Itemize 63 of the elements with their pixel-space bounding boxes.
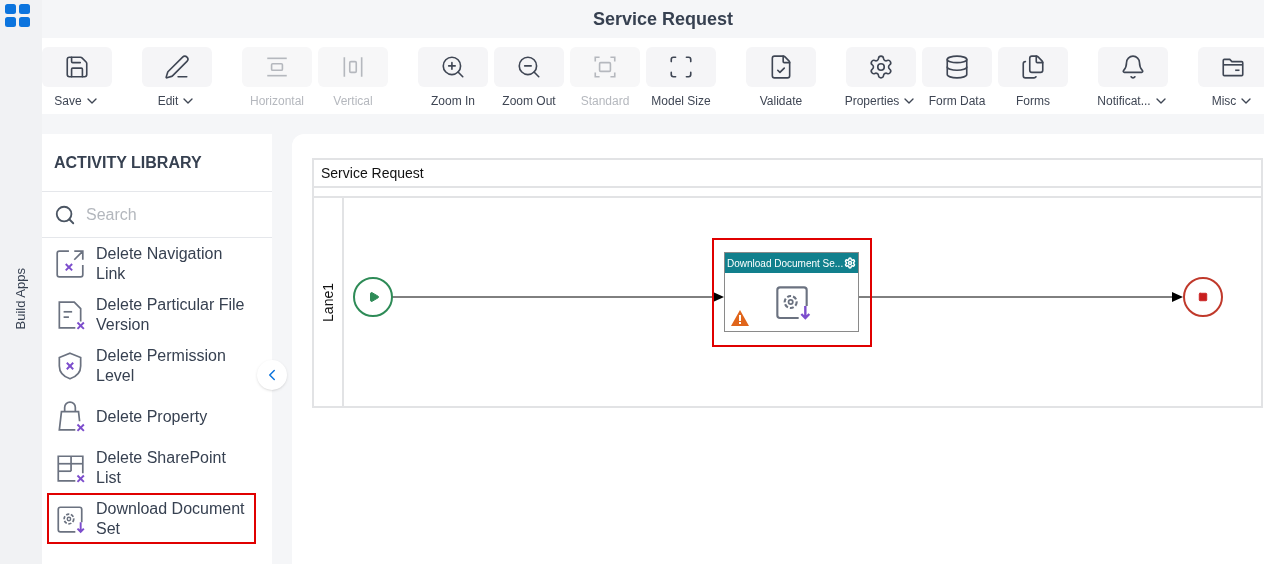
toolbar-button[interactable] <box>746 47 816 87</box>
bell-icon <box>1120 54 1146 80</box>
toolbar-label: Zoom In <box>431 93 475 110</box>
toolbar-label: Edit <box>157 93 179 110</box>
library-item[interactable]: Download Document Set <box>47 493 256 544</box>
library-item-label: Delete Property <box>96 406 208 427</box>
library-item[interactable]: Delete Property <box>47 391 256 442</box>
corners-icon <box>668 54 694 80</box>
node-title: Download Document Se... <box>727 256 844 271</box>
toolbar-label: Form Data <box>928 93 986 110</box>
stop-icon <box>1198 292 1208 302</box>
toolbar-label: Standard <box>580 93 630 110</box>
library-item[interactable]: Delete Permission Level <box>47 340 256 391</box>
search-field[interactable]: Search <box>86 202 226 227</box>
library-item[interactable]: Delete SharePoint List <box>47 442 256 493</box>
pool-title: Service Request <box>321 163 424 183</box>
documents-icon <box>1020 54 1046 80</box>
toolbar-label: Validate <box>759 93 803 110</box>
toolbar-button[interactable] <box>418 47 488 87</box>
library-item-label: Delete Navigation Link <box>96 243 224 284</box>
toolbar-label: Model Size <box>651 93 711 110</box>
toolbar-button[interactable] <box>494 47 564 87</box>
toolbar-label: Zoom Out <box>502 93 556 110</box>
pencil-icon <box>164 54 190 80</box>
toolbar-label: Vertical <box>333 93 373 110</box>
toolbar-label: Properties <box>844 93 900 110</box>
gear-icon[interactable] <box>844 257 856 269</box>
end-event[interactable] <box>1183 277 1223 317</box>
library-item-label: Delete SharePoint List <box>96 447 227 488</box>
library-item[interactable]: Delete Navigation Link <box>47 238 256 289</box>
toolbar-button[interactable] <box>846 47 916 87</box>
frame-icon <box>592 54 618 80</box>
toolbar-label: Notificat... <box>1097 93 1151 110</box>
toolbar-label: Save <box>54 93 82 110</box>
toolbar-button[interactable] <box>998 47 1068 87</box>
zoom-out-icon <box>516 54 542 80</box>
toolbar-button[interactable] <box>142 47 212 87</box>
database-icon <box>944 54 970 80</box>
start-event[interactable] <box>353 277 393 317</box>
rail-label[interactable]: Build Apps <box>11 268 31 330</box>
play-icon <box>368 291 380 303</box>
toolbar-label: Horizontal <box>250 93 304 110</box>
library-item-label: Delete Particular File Version <box>96 294 246 335</box>
app-grid-icon[interactable] <box>5 4 31 28</box>
toolbar-label: Forms <box>1016 93 1050 110</box>
toolbar-label: Misc <box>1211 93 1237 110</box>
toolbar-button[interactable] <box>42 47 112 87</box>
gear-icon <box>868 54 894 80</box>
toolbar-button[interactable] <box>922 47 992 87</box>
library-item-label: Download Document Set <box>96 498 246 539</box>
toolbar-button[interactable] <box>1198 47 1264 87</box>
link-delete-icon <box>54 247 86 280</box>
library-item-label: Delete Permission Level <box>96 345 227 386</box>
zoom-in-icon <box>440 54 466 80</box>
toolbar-button[interactable] <box>1098 47 1168 87</box>
activity-node[interactable]: Download Document Se... <box>724 252 859 332</box>
page-title: Service Request <box>592 7 734 31</box>
search-icon <box>54 203 76 226</box>
collapse-button[interactable] <box>257 360 287 390</box>
panel-title: ACTIVITY LIBRARY <box>54 152 202 173</box>
save-icon <box>64 54 90 80</box>
library-item[interactable]: Delete Particular File Version <box>47 289 256 340</box>
lane-label: Lane1 <box>318 282 337 322</box>
